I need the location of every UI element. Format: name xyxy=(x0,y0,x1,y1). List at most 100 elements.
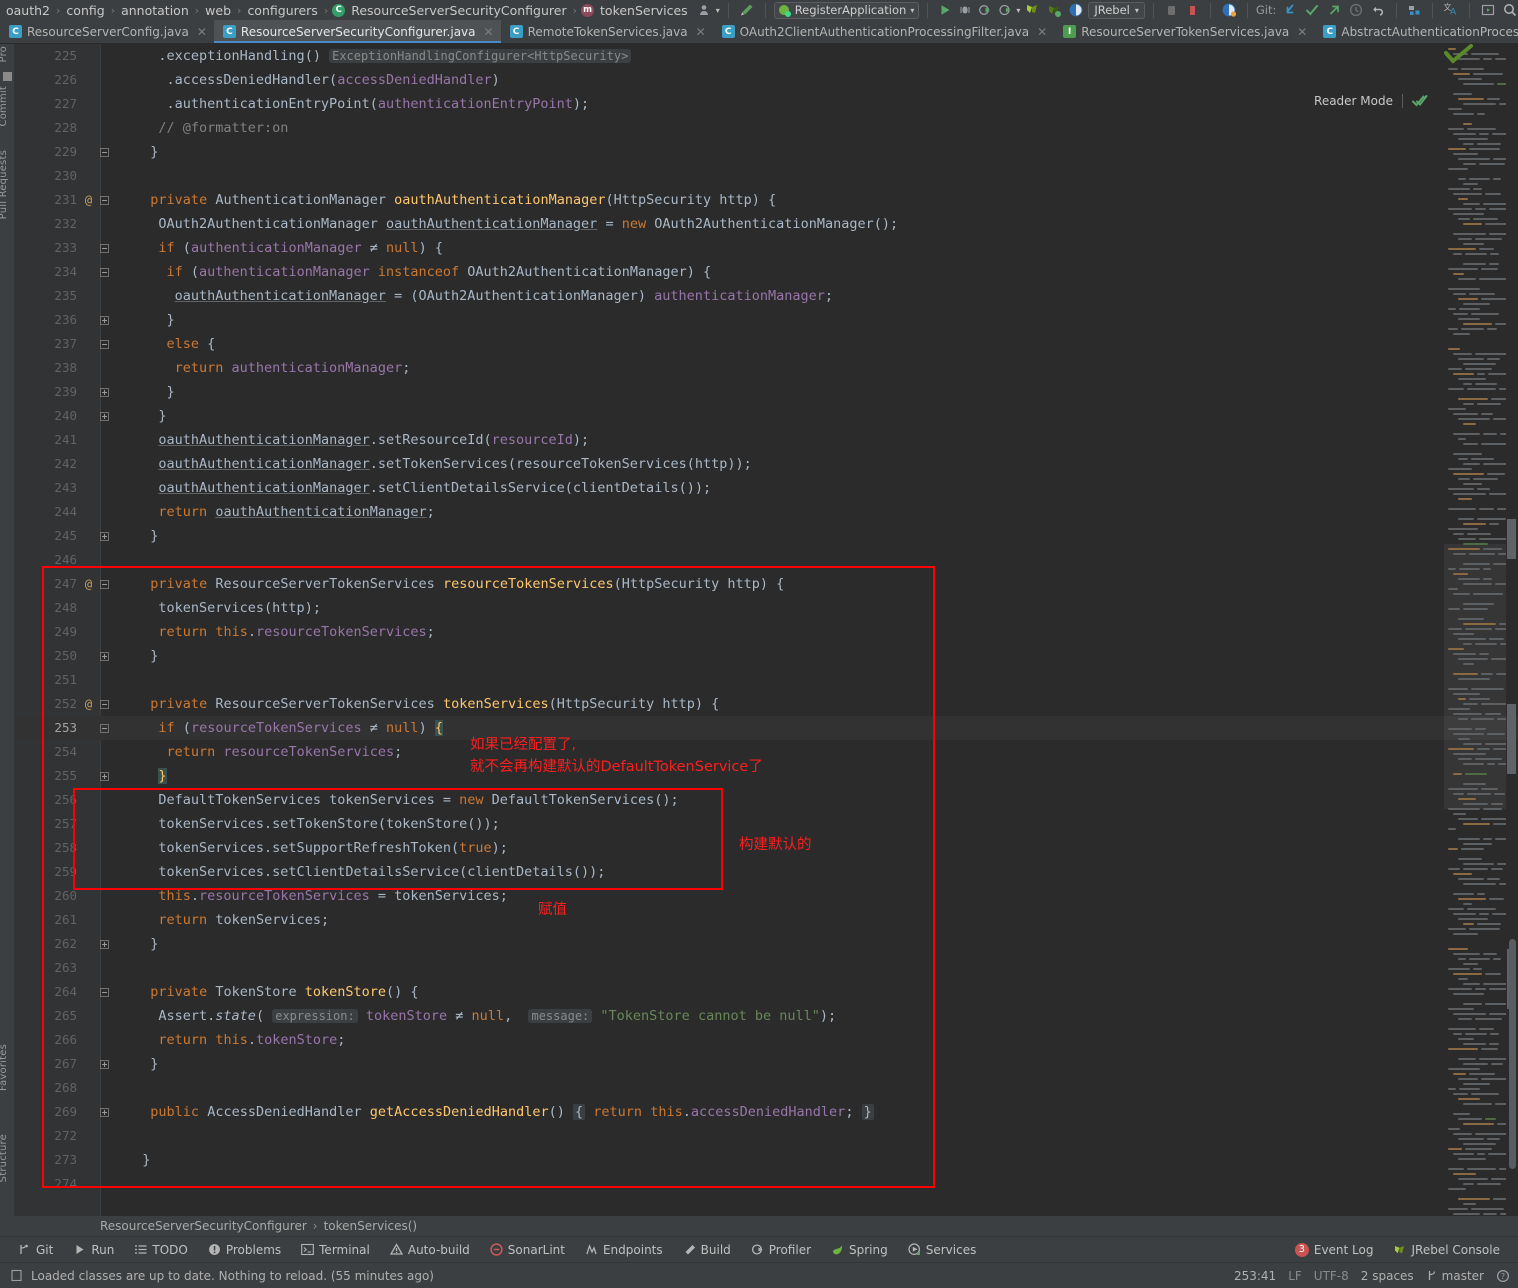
code-folding-icon[interactable] xyxy=(100,243,116,253)
code-text[interactable]: else { xyxy=(116,332,216,356)
code-text[interactable]: .accessDeniedHandler(accessDeniedHandler… xyxy=(116,68,500,92)
encoding-indicator[interactable]: UTF-8 xyxy=(1314,1269,1349,1283)
code-text[interactable]: } xyxy=(116,1148,150,1172)
code-line[interactable]: 233 if (authenticationManager ≠ null) { xyxy=(15,236,1518,260)
code-line[interactable]: 265 Assert.state( expression: tokenStore … xyxy=(15,1004,1518,1028)
reader-mode-label[interactable]: Reader Mode xyxy=(1314,94,1393,108)
code-folding-icon[interactable] xyxy=(100,315,116,325)
code-text[interactable]: tokenServices.setClientDetailsService(cl… xyxy=(116,860,605,884)
code-line[interactable]: 262} xyxy=(15,932,1518,956)
line-number[interactable]: 226 xyxy=(15,68,77,92)
breadcrumb-item-method[interactable]: tokenServices() xyxy=(324,1219,418,1233)
code-text[interactable]: if (authenticationManager instanceof OAu… xyxy=(116,260,712,284)
code-text[interactable]: .exceptionHandling() ExceptionHandlingCo… xyxy=(116,44,632,68)
code-line[interactable]: 242 oauthAuthenticationManager.setTokenSe… xyxy=(15,452,1518,476)
code-line[interactable]: 248 tokenServices(http); xyxy=(15,596,1518,620)
line-number[interactable]: 261 xyxy=(15,908,77,932)
rollback-icon[interactable] xyxy=(1368,1,1388,19)
code-line[interactable]: 264 private TokenStore tokenStore() { xyxy=(15,980,1518,1004)
editor-tab-OAuth2ClientAuthenticationProcessingFilter[interactable]: C OAuth2ClientAuthenticationProcessingFil… xyxy=(713,20,1055,43)
code-text[interactable]: if (authenticationManager ≠ null) { xyxy=(116,236,443,260)
nav-crumb-config[interactable]: config xyxy=(64,3,106,18)
code-line[interactable]: 256 DefaultTokenServices tokenServices = … xyxy=(15,788,1518,812)
code-text[interactable]: } xyxy=(116,644,158,668)
line-number[interactable]: 239 xyxy=(15,380,77,404)
line-number[interactable]: 230 xyxy=(15,164,77,188)
code-text[interactable]: oauthAuthenticationManager.setClientDeta… xyxy=(116,476,711,500)
code-text[interactable]: } xyxy=(116,140,158,164)
code-line[interactable]: 227 .authenticationEntryPoint(authenticat… xyxy=(15,92,1518,116)
code-line[interactable]: 254 return resourceTokenServices; xyxy=(15,740,1518,764)
code-line[interactable]: 229} xyxy=(15,140,1518,164)
line-number[interactable]: 266 xyxy=(15,1028,77,1052)
code-text[interactable]: return this.resourceTokenServices; xyxy=(116,620,434,644)
annotation-marker-icon[interactable]: @ xyxy=(77,572,100,596)
code-text[interactable]: } xyxy=(116,1052,158,1076)
presentation-icon[interactable] xyxy=(1478,1,1498,19)
code-folding-icon[interactable] xyxy=(100,339,116,349)
stop-icon[interactable] xyxy=(1162,1,1181,19)
search-icon[interactable] xyxy=(1500,1,1518,19)
line-number[interactable]: 272 xyxy=(15,1124,77,1148)
close-icon[interactable]: ✕ xyxy=(696,25,706,39)
line-number[interactable]: 256 xyxy=(15,788,77,812)
push-icon[interactable] xyxy=(1324,1,1344,19)
code-text[interactable]: } xyxy=(116,380,175,404)
chevron-down-icon[interactable]: ▾ xyxy=(716,6,720,15)
tool-window-todo[interactable]: TODO xyxy=(124,1239,197,1261)
code-line[interactable]: 260 this.resourceTokenServices = tokenSer… xyxy=(15,884,1518,908)
tool-window-run[interactable]: Run xyxy=(63,1239,124,1261)
profile-run-icon[interactable] xyxy=(996,1,1014,19)
code-folding-icon[interactable] xyxy=(100,723,116,733)
code-text[interactable]: } xyxy=(116,308,175,332)
tool-window-terminal[interactable]: Terminal xyxy=(291,1239,380,1261)
editor-tab-ResourceServerTokenServices[interactable]: I ResourceServerTokenServices.java ✕ xyxy=(1054,20,1314,43)
line-number[interactable]: 274 xyxy=(15,1172,77,1196)
code-folding-icon[interactable] xyxy=(100,987,116,997)
code-text[interactable]: // @formatter:on xyxy=(116,116,288,140)
help-icon[interactable]: ? xyxy=(1496,1269,1510,1283)
tool-window-build[interactable]: Build xyxy=(673,1239,741,1261)
line-number[interactable]: 253 xyxy=(15,716,77,740)
code-line[interactable]: 234 if (authenticationManager instanceof … xyxy=(15,260,1518,284)
line-number[interactable]: 255 xyxy=(15,764,77,788)
code-line[interactable]: 252 @ private ResourceServerTokenServices … xyxy=(15,692,1518,716)
code-line[interactable]: 272 xyxy=(15,1124,1518,1148)
line-number[interactable]: 254 xyxy=(15,740,77,764)
code-line[interactable]: 251 xyxy=(15,668,1518,692)
tool-window-services[interactable]: Services xyxy=(898,1239,987,1261)
jrebel-monitor-icon[interactable] xyxy=(1066,1,1086,19)
line-number[interactable]: 235 xyxy=(15,284,77,308)
line-number[interactable]: 259 xyxy=(15,860,77,884)
code-text[interactable]: return tokenServices; xyxy=(116,908,329,932)
code-text[interactable]: tokenServices(http); xyxy=(116,596,321,620)
code-text[interactable]: private TokenStore tokenStore() { xyxy=(116,980,418,1004)
editor-breadcrumb[interactable]: ResourceServerSecurityConfigurer › token… xyxy=(0,1216,1518,1236)
run-with-coverage-icon[interactable] xyxy=(976,1,994,19)
line-number[interactable]: 249 xyxy=(15,620,77,644)
jrebel-run-icon[interactable] xyxy=(1022,1,1042,19)
editor-tab-ResourceServerSecurityConfigurer[interactable]: C ResourceServerSecurityConfigurer.java ✕ xyxy=(213,20,501,43)
code-text[interactable]: this.resourceTokenServices = tokenServic… xyxy=(116,884,508,908)
indent-indicator[interactable]: 2 spaces xyxy=(1361,1269,1414,1283)
left-tool-window-strip[interactable]: Pro Commit Pull Requests Favorites Struc… xyxy=(0,44,15,1226)
code-line[interactable]: 241 oauthAuthenticationManager.setResourc… xyxy=(15,428,1518,452)
line-number[interactable]: 245 xyxy=(15,524,77,548)
editor-tab-RemoteTokenServices[interactable]: C RemoteTokenServices.java ✕ xyxy=(501,20,713,43)
close-icon[interactable]: ✕ xyxy=(484,25,494,39)
code-line[interactable]: 255} xyxy=(15,764,1518,788)
update-project-icon[interactable] xyxy=(1280,1,1300,19)
nav-crumb-resourceserversecurityconfigurer[interactable]: C ResourceServerSecurityConfigurer xyxy=(332,3,568,18)
code-folding-icon[interactable] xyxy=(100,699,116,709)
code-text[interactable]: private ResourceServerTokenServices toke… xyxy=(116,692,719,716)
line-number[interactable]: 268 xyxy=(15,1076,77,1100)
code-text[interactable]: oauthAuthenticationManager.setResourceId… xyxy=(116,428,589,452)
tool-window-sonarlint[interactable]: SonarLint xyxy=(480,1239,575,1261)
code-text[interactable]: return oauthAuthenticationManager; xyxy=(116,500,434,524)
line-number[interactable]: 238 xyxy=(15,356,77,380)
code-text[interactable]: } xyxy=(116,404,166,428)
translate-icon[interactable]: 文A xyxy=(1441,1,1461,19)
code-line[interactable]: 232 OAuth2AuthenticationManager oauthAuth… xyxy=(15,212,1518,236)
code-line[interactable]: 231 @ private AuthenticationManager oauthA… xyxy=(15,188,1518,212)
tool-strip-label-structure[interactable]: Structure xyxy=(0,1134,9,1182)
